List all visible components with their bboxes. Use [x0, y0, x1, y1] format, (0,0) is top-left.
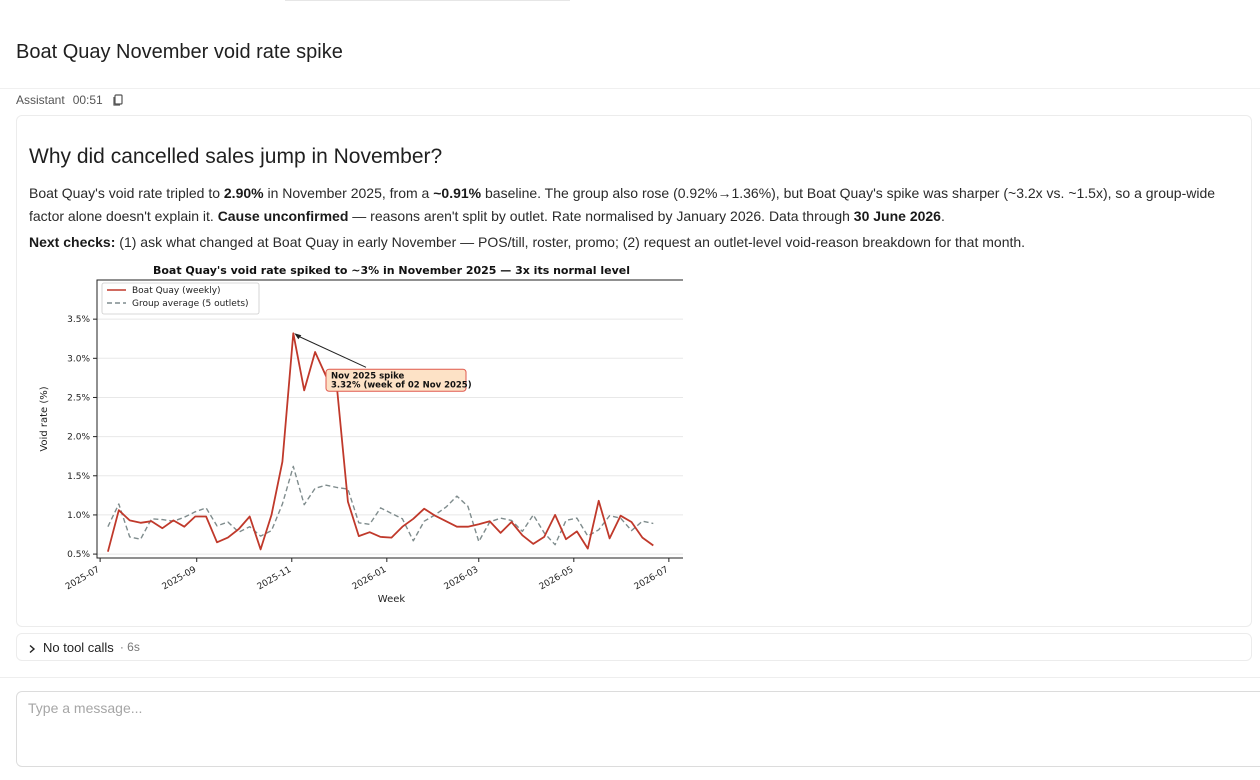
x-tick-label: 2026-07 [633, 565, 671, 592]
y-tick-label: 1.0% [67, 511, 90, 521]
chevron-right-icon [27, 642, 37, 654]
tool-calls-toggle[interactable]: No tool calls · 6s [16, 633, 1252, 661]
x-tick-label: 2026-03 [443, 565, 481, 592]
answer-body: Boat Quay's void rate tripled to 2.90% i… [29, 182, 1229, 257]
x-tick-label: 2025-09 [161, 565, 199, 593]
chart-title: Boat Quay's void rate spiked to ~3% in N… [153, 264, 630, 277]
message-author: Assistant [16, 93, 65, 107]
y-tick-label: 2.0% [67, 433, 90, 443]
void-rate-chart: Boat Quay's void rate spiked to ~3% in N… [33, 262, 683, 607]
text-run: Boat Quay's void rate tripled to [29, 185, 224, 201]
bold-run: 2.90% [223, 185, 264, 201]
message-meta: Assistant 00:51 [16, 93, 125, 107]
message-input[interactable] [16, 691, 1260, 767]
y-tick-label: 2.5% [67, 393, 90, 403]
y-tick-label: 3.5% [67, 315, 90, 325]
answer-heading: Why did cancelled sales jump in November… [29, 145, 443, 168]
next-checks-paragraph: Next checks: (1) ask what changed at Boa… [29, 231, 1229, 254]
text-run: in November 2025, from a [263, 185, 434, 201]
answer-paragraph: Boat Quay's void rate tripled to 2.90% i… [29, 182, 1229, 228]
y-tick-label: 1.5% [67, 472, 90, 482]
x-tick-label: 2026-05 [538, 565, 576, 592]
group-average-series-line [107, 465, 654, 546]
text-run: — reasons aren't split by outlet. Rate n… [348, 208, 854, 224]
legend-label: Group average (5 outlets) [132, 299, 249, 309]
bold-run: ~0.91% [433, 185, 482, 201]
composer-divider [0, 677, 1260, 678]
text-run: . [940, 208, 945, 224]
title-divider [0, 88, 1260, 89]
annotation-detail: 3.32% (week of 02 Nov 2025) [331, 380, 472, 390]
annotation-arrow-line [296, 334, 367, 368]
y-tick-label: 3.0% [67, 354, 90, 364]
x-tick-label: 2025-11 [256, 565, 294, 592]
tool-calls-duration: · 6s [119, 640, 140, 654]
bold-run: Next checks: [29, 234, 116, 250]
bold-run: 30 June 2026 [853, 208, 941, 224]
text-run: (1) ask what changed at Boat Quay in ear… [115, 234, 1026, 250]
tool-calls-label: No tool calls [43, 639, 114, 655]
x-axis-label: Week [378, 594, 406, 605]
legend-label: Boat Quay (weekly) [132, 286, 221, 296]
page-title: Boat Quay November void rate spike [16, 41, 343, 63]
annotation-arrowhead [294, 333, 302, 340]
copy-icon[interactable] [111, 93, 125, 107]
top-tab-indicator [285, 0, 570, 1]
y-axis-label: Void rate (%) [39, 386, 50, 451]
message-time: 00:51 [72, 93, 103, 107]
bold-run: Cause unconfirmed [217, 208, 349, 224]
y-tick-label: 0.5% [67, 550, 90, 560]
chart-svg: Boat Quay's void rate spiked to ~3% in N… [39, 264, 683, 605]
x-tick-label: 2026-01 [351, 565, 389, 592]
assistant-message-card: Why did cancelled sales jump in November… [16, 115, 1252, 627]
x-tick-label: 2025-07 [64, 565, 102, 592]
